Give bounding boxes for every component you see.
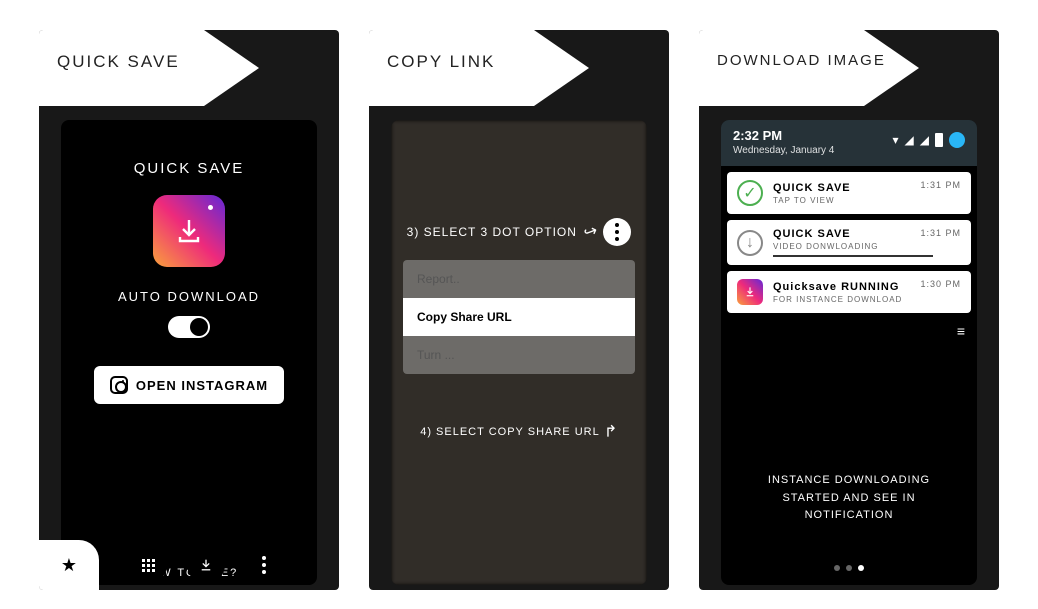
banner-title: DOWNLOAD IMAGE — [717, 52, 886, 70]
phone-screen-2: 3) SELECT 3 DOT OPTION ↩ Report.. Copy S… — [391, 120, 647, 585]
menu-copy-share-url[interactable]: Copy Share URL — [403, 298, 635, 336]
check-icon: ✓ — [737, 180, 763, 206]
status-bar: 2:32 PM Wednesday, January 4 ▾ ◢ ◢ — [721, 120, 977, 166]
battery-icon — [935, 133, 943, 147]
menu-report[interactable]: Report.. — [403, 260, 635, 298]
page-indicator — [721, 565, 977, 571]
instagram-icon — [110, 376, 128, 394]
nav-favorites[interactable]: ★ — [39, 540, 99, 590]
nav-grid[interactable] — [129, 546, 167, 584]
progress-bar — [773, 255, 933, 257]
arrow-icon: ↲ — [603, 420, 617, 440]
signal-icon: ◢ — [905, 133, 914, 147]
open-instagram-button[interactable]: OPEN INSTAGRAM — [94, 366, 284, 404]
arrow-icon: ↩ — [580, 220, 600, 244]
download-icon: ↓ — [737, 230, 763, 256]
nav-downloads[interactable] — [187, 546, 225, 584]
notification-item[interactable]: ✓ QUICK SAVE TAP TO VIEW 1:31 PM — [727, 172, 971, 214]
screenshot-copy-link: COPY LINK 3) SELECT 3 DOT OPTION ↩ Repor… — [369, 30, 669, 590]
auto-download-label: AUTO DOWNLOAD — [118, 289, 260, 304]
auto-download-toggle[interactable] — [168, 316, 210, 338]
open-instagram-label: OPEN INSTAGRAM — [136, 378, 268, 393]
bottom-nav: ★ — [39, 540, 339, 590]
nav-more[interactable] — [245, 546, 283, 584]
banner-title: COPY LINK — [387, 52, 495, 72]
step-3-hint: 3) SELECT 3 DOT OPTION ↩ — [391, 218, 647, 246]
screenshot-download-image: DOWNLOAD IMAGE 2:32 PM Wednesday, Januar… — [699, 30, 999, 590]
app-logo-icon — [737, 279, 763, 305]
step-4-hint: 4) SELECT COPY SHARE URL ↲ — [391, 420, 647, 440]
banner-title: QUICK SAVE — [57, 52, 180, 72]
notification-list: ✓ QUICK SAVE TAP TO VIEW 1:31 PM ↓ QUICK… — [721, 166, 977, 349]
grid-icon — [142, 559, 155, 572]
user-avatar-icon[interactable] — [949, 132, 965, 148]
more-icon — [262, 556, 266, 574]
phone-screen-1: QUICK SAVE AUTO DOWNLOAD OPEN INSTAGRAM … — [61, 120, 317, 585]
notification-item[interactable]: ↓ QUICK SAVE VIDEO DONWLOADING 1:31 PM — [727, 220, 971, 265]
download-icon — [198, 557, 214, 573]
star-icon: ★ — [61, 555, 77, 576]
context-menu: Report.. Copy Share URL Turn ... — [403, 260, 635, 374]
wifi-icon: ▾ — [893, 133, 899, 147]
app-logo-icon — [153, 195, 225, 267]
app-title: QUICK SAVE — [134, 160, 245, 177]
signal-icon: ◢ — [920, 133, 929, 147]
clear-notifications-icon[interactable]: ≡ — [949, 319, 971, 343]
screenshot-quick-save: QUICK SAVE QUICK SAVE AUTO DOWNLOAD OPEN… — [39, 30, 339, 590]
notification-item[interactable]: Quicksave RUNNING FOR INSTANCE DOWNLOAD … — [727, 271, 971, 313]
phone-screen-3: 2:32 PM Wednesday, January 4 ▾ ◢ ◢ ✓ QUI… — [721, 120, 977, 585]
menu-turn[interactable]: Turn ... — [403, 336, 635, 374]
three-dot-button[interactable] — [603, 218, 631, 246]
